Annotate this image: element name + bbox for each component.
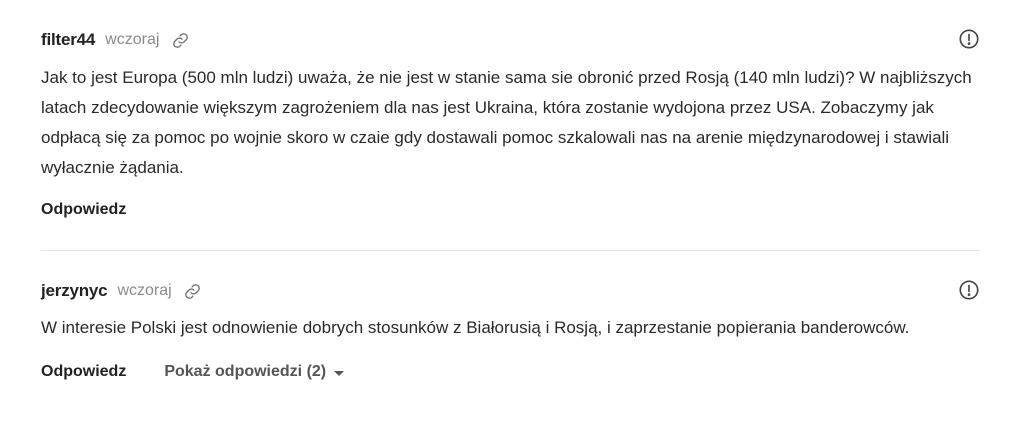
- comment-actions: Odpowiedz: [41, 199, 980, 221]
- report-icon[interactable]: [958, 28, 980, 50]
- chevron-down-icon: [334, 370, 345, 376]
- comment-text: Jak to jest Europa (500 mln ludzi) uważa…: [41, 68, 972, 177]
- reply-button[interactable]: Odpowiedz: [41, 201, 126, 219]
- comment-divider: [41, 250, 980, 251]
- comment-author[interactable]: filter44: [41, 30, 95, 50]
- comment-header: filter44 wczoraj: [41, 30, 980, 50]
- reply-button[interactable]: Odpowiedz: [41, 363, 126, 381]
- comment-header: jerzynyc wczoraj: [41, 281, 980, 301]
- comment-actions: Odpowiedz Pokaż odpowiedzi (2): [41, 361, 980, 383]
- comment-author[interactable]: jerzynyc: [41, 281, 108, 301]
- comment: jerzynyc wczoraj W interesie Polski jest…: [41, 279, 980, 383]
- report-icon[interactable]: [958, 279, 980, 301]
- link-icon[interactable]: [184, 282, 202, 300]
- comment-timestamp: wczoraj: [105, 31, 160, 48]
- show-replies-button[interactable]: Pokaż odpowiedzi (2): [164, 363, 345, 381]
- comment-text: W interesie Polski jest odnowienie dobry…: [41, 318, 910, 337]
- comment: filter44 wczoraj Jak to jest Europa (500…: [41, 28, 980, 221]
- link-icon[interactable]: [171, 31, 189, 49]
- show-replies-label: Pokaż odpowiedzi (2): [164, 363, 327, 380]
- comment-timestamp: wczoraj: [117, 282, 172, 299]
